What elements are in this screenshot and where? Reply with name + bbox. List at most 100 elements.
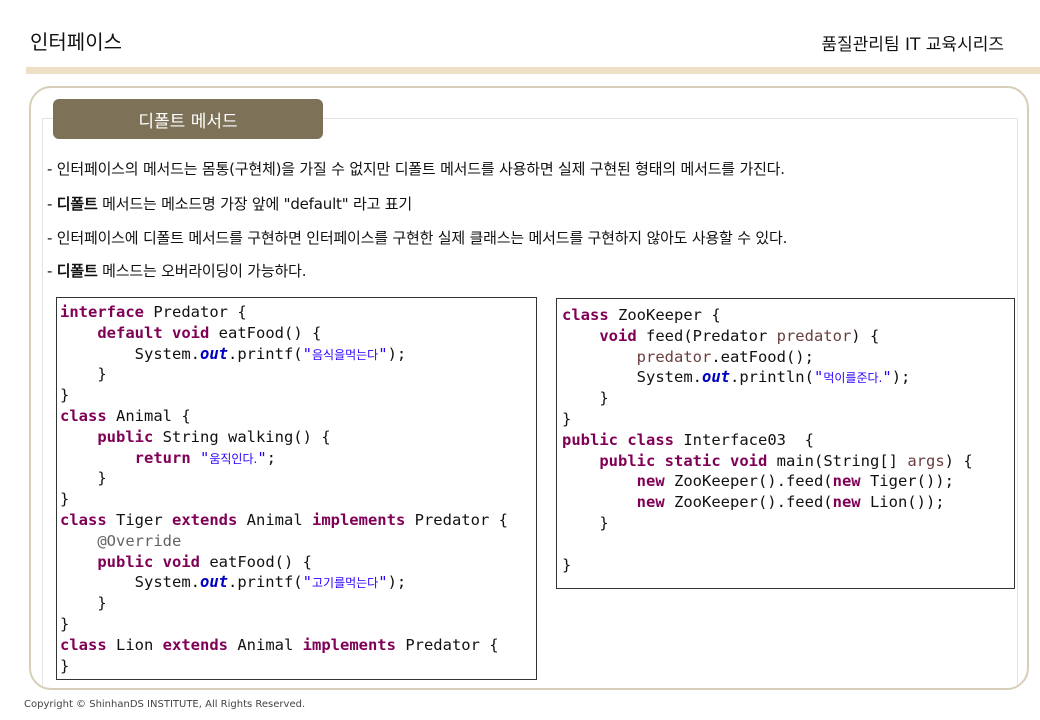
quote: " <box>200 448 210 467</box>
keyword: void <box>599 326 637 345</box>
code-text: } <box>599 389 609 408</box>
code-text: Predator { <box>144 303 247 321</box>
annotation: @Override <box>97 531 182 550</box>
code-line: } <box>562 555 1014 576</box>
code-text: System. <box>636 368 702 387</box>
code-text: ); <box>387 344 407 363</box>
bullet-2-text: 메서드는 메소드명 가장 앞에 "default" 라고 표기 <box>97 195 412 213</box>
string-literal: "음식을먹는다" <box>303 345 388 363</box>
code-line: } <box>60 364 536 385</box>
code-text: Lion <box>106 635 163 654</box>
bullet-4: - 디폴트 메스드는 오버라이딩이 가능하다. <box>47 260 306 281</box>
keyword: void <box>730 451 768 470</box>
code-line: } <box>60 656 536 677</box>
code-text: .printf( <box>227 573 303 592</box>
code-text: } <box>599 513 609 532</box>
static-field: out <box>199 344 228 363</box>
code-line: new ZooKeeper().feed(new Tiger()); <box>562 471 1014 492</box>
quote: " <box>378 573 388 592</box>
code-line: public class Interface03 { <box>562 430 1014 451</box>
quote: " <box>257 448 267 467</box>
code-text: Tiger <box>106 510 172 529</box>
code-text: main(String[] <box>767 451 908 470</box>
code-text: } <box>60 656 70 675</box>
code-line: } <box>562 513 1014 534</box>
string-literal: "고기를먹는다" <box>303 573 388 591</box>
series-title: 품질관리팀 IT 교육시리즈 <box>821 35 1004 55</box>
code-line: predator.eatFood(); <box>562 347 1014 368</box>
quote: " <box>882 368 892 387</box>
keyword: default <box>97 323 163 342</box>
code-text: ) { <box>944 451 973 470</box>
code-line: System.out.printf("고기를먹는다"); <box>60 572 536 593</box>
code-text: ZooKeeper { <box>608 306 721 324</box>
keyword: static <box>664 451 721 470</box>
code-text: eatFood() { <box>200 552 312 571</box>
code-line: default void eatFood() { <box>60 323 536 344</box>
code-text: } <box>60 490 70 509</box>
code-line: @Override <box>60 531 536 552</box>
code-line: interface Predator { <box>60 302 536 323</box>
bullet-2-strong: 디폴트 <box>56 195 98 213</box>
static-field: out <box>199 573 228 592</box>
keyword: class <box>60 510 107 529</box>
keyword: class <box>627 430 675 449</box>
code-line: System.out.printf("음식을먹는다"); <box>60 344 536 365</box>
code-line: public static void main(String[] args) { <box>562 451 1014 472</box>
code-text: ); <box>387 573 407 592</box>
bullet-4-text: 메스드는 오버라이딩이 가능하다. <box>97 262 307 280</box>
code-text: Interface03 { <box>674 430 814 449</box>
quote: " <box>378 344 388 363</box>
quote: " <box>813 368 824 387</box>
static-field: out <box>701 368 730 387</box>
keyword: new <box>832 472 861 491</box>
keyword: void <box>162 552 200 571</box>
code-line: void feed(Predator predator) { <box>562 326 1014 347</box>
code-panel-left: interface Predator { default void eatFoo… <box>56 297 537 680</box>
code-line: } <box>562 409 1014 430</box>
bullet-1: - 인터페이스의 메서드는 몸통(구현체)을 가질 수 없지만 디폴트 메서드를… <box>47 160 785 178</box>
string-text: 음식을먹는다 <box>311 347 379 362</box>
code-panel-right: class ZooKeeper { void feed(Predator pre… <box>556 298 1015 589</box>
code-text: eatFood() { <box>209 323 322 342</box>
keyword: class <box>60 635 107 654</box>
string-literal: "먹이를준다." <box>814 368 892 386</box>
code-line: class Lion extends Animal implements Pre… <box>60 635 536 656</box>
code-text: Predator { <box>405 510 508 529</box>
string-text: 고기를먹는다 <box>311 576 379 591</box>
keyword: public <box>97 427 154 446</box>
code-text: } <box>97 469 107 488</box>
code-text: } <box>562 555 572 574</box>
keyword: new <box>832 493 861 512</box>
code-text: } <box>97 594 107 613</box>
code-text: Animal <box>228 635 303 654</box>
string-literal: "움직인다." <box>200 449 267 467</box>
code-line: return "움직인다."; <box>60 448 536 469</box>
code-text: feed(Predator <box>636 326 777 345</box>
parameter: args <box>907 451 945 470</box>
code-text: ; <box>266 448 277 467</box>
keyword: extends <box>162 635 228 654</box>
code-text: .printf( <box>227 344 303 363</box>
code-text: ); <box>891 368 911 387</box>
footer-copyright: Copyright © ShinhanDS INSTITUTE, All Rig… <box>24 699 306 710</box>
code-text: } <box>562 409 572 428</box>
keyword: public <box>599 451 656 470</box>
bullet-3: - 인터페이스에 디폴트 메서드를 구현하면 인터페이스를 구현한 실제 클래스… <box>47 229 788 247</box>
code-line: new ZooKeeper().feed(new Lion()); <box>562 492 1014 513</box>
code-text: String walking() { <box>153 427 331 446</box>
string-text: 먹이를준다. <box>823 371 883 386</box>
